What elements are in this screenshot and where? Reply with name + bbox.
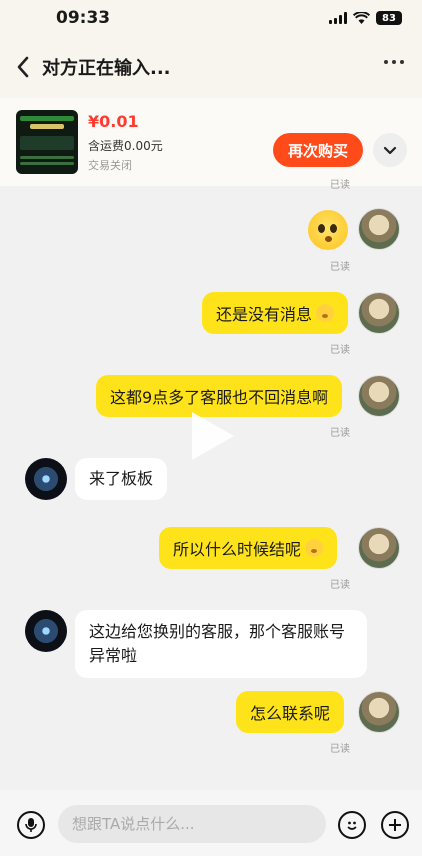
more-icon[interactable]: [384, 60, 404, 64]
product-price: ¥0.01: [88, 111, 139, 131]
message-bubble-other[interactable]: 来了板板: [75, 458, 168, 500]
read-status: 已读: [330, 580, 350, 591]
trade-status: 交易关闭: [88, 158, 132, 172]
my-avatar[interactable]: [358, 527, 400, 569]
read-status: 已读: [330, 345, 350, 356]
message-text: 怎么联系呢: [250, 704, 331, 723]
status-time: 09:33: [56, 8, 111, 28]
mic-icon[interactable]: [17, 811, 45, 839]
message-text: 所以什么时候结呢: [173, 540, 302, 559]
message-bubble-me[interactable]: 这都9点多了客服也不回消息啊: [96, 375, 343, 417]
message-text: 来了板板: [89, 469, 154, 488]
read-status: 已读: [330, 744, 350, 755]
message-input[interactable]: [58, 805, 326, 843]
message-bubble-me[interactable]: 还是没有消息: [202, 292, 349, 334]
product-thumbnail[interactable]: [16, 110, 78, 174]
back-icon[interactable]: [16, 55, 36, 79]
emoji-icon: [305, 539, 324, 557]
my-avatar[interactable]: [358, 292, 400, 334]
input-bar: [0, 790, 422, 856]
plus-icon[interactable]: [381, 811, 409, 839]
rebuy-button[interactable]: 再次购买: [273, 133, 363, 167]
battery-icon: 83: [376, 11, 402, 25]
my-avatar[interactable]: [358, 208, 400, 250]
signal-icon: [329, 12, 347, 24]
my-avatar[interactable]: [358, 691, 400, 733]
chat-title: 对方正在输入...: [42, 58, 171, 79]
read-status: 已读: [330, 428, 350, 439]
read-status: 已读: [330, 262, 350, 273]
product-info: ¥0.01 含运费0.00元 交易关闭: [88, 112, 163, 173]
message-bubble-other[interactable]: 这边给您换别的客服，那个客服账号异常啦: [75, 610, 367, 678]
read-status: 已读: [330, 180, 350, 191]
product-card[interactable]: ¥0.01 含运费0.00元 交易关闭 再次购买: [0, 98, 422, 186]
message-text: 这边给您换别的客服，那个客服账号异常啦: [89, 622, 346, 665]
system-icons: 83: [329, 11, 402, 25]
message-bubble-me[interactable]: 所以什么时候结呢: [159, 527, 338, 569]
my-avatar[interactable]: [358, 375, 400, 417]
wifi-icon: [353, 12, 370, 24]
emoji-icon: [316, 304, 335, 322]
message-text: 还是没有消息: [216, 305, 313, 324]
emoji-icon[interactable]: [338, 811, 366, 839]
message-bubble-me[interactable]: 怎么联系呢: [236, 691, 345, 733]
status-bar: 09:33 83: [0, 0, 422, 36]
sticker-message[interactable]: [308, 210, 348, 250]
seller-avatar[interactable]: [25, 458, 67, 500]
play-icon[interactable]: [192, 412, 234, 460]
chat-header: 对方正在输入...: [0, 36, 422, 98]
chevron-down-icon[interactable]: [373, 133, 407, 167]
shipping-fee: 含运费0.00元: [88, 138, 163, 153]
message-text: 这都9点多了客服也不回消息啊: [110, 388, 329, 407]
seller-avatar[interactable]: [25, 610, 67, 652]
